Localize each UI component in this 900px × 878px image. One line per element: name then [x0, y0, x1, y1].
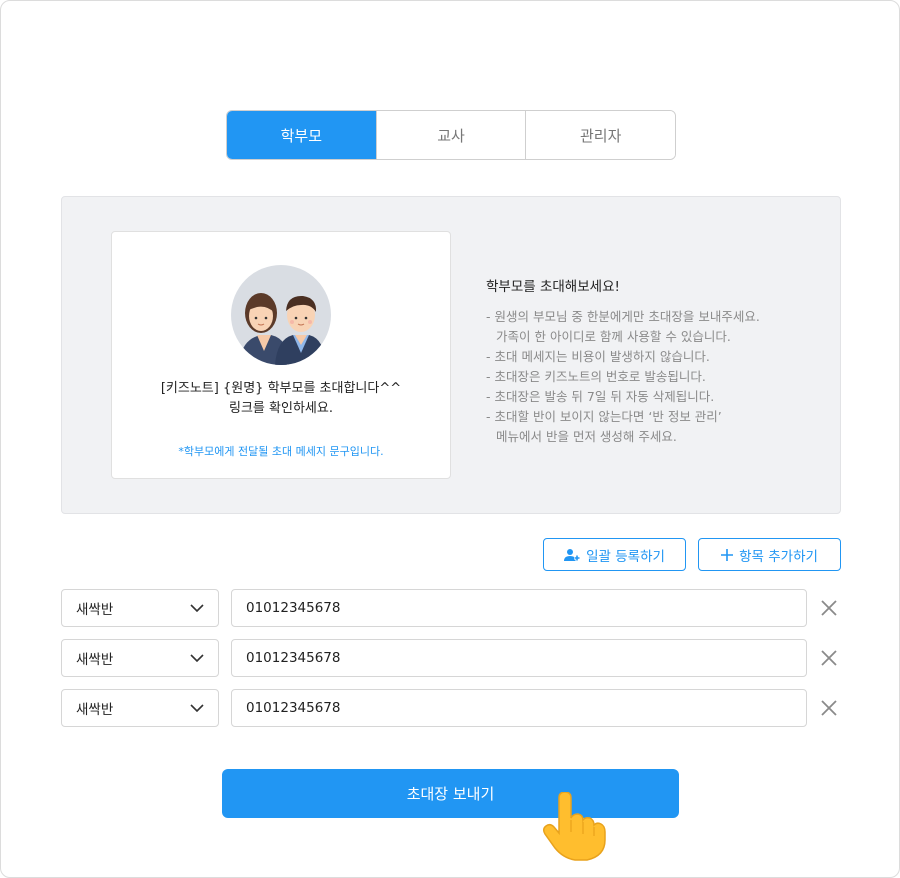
close-icon[interactable]: [819, 698, 839, 718]
guide-item: - 초대장은 키즈노트의 번호로 발송됩니다.: [486, 369, 706, 384]
user-plus-icon: [564, 548, 581, 561]
chevron-down-icon: [190, 604, 204, 612]
guide-item: - 초대장은 발송 뒤 7일 뒤 자동 삭제됩니다.: [486, 389, 715, 404]
tab-admin[interactable]: 관리자: [525, 111, 675, 159]
guide-item: - 초대 메세지는 비용이 발생하지 않습니다.: [486, 349, 710, 364]
info-panel: [키즈노트] {원명} 학부모를 초대합니다^^ 링크를 확인하세요. *학부모…: [61, 196, 841, 514]
parents-avatar-icon: [231, 265, 331, 365]
guide-item: - 원생의 부모님 중 한분에게만 초대장을 보내주세요.: [486, 309, 760, 324]
class-select[interactable]: 새싹반: [61, 589, 219, 627]
invite-message-line1: [키즈노트] {원명} 학부모를 초대합니다^^: [160, 381, 402, 396]
phone-input[interactable]: [231, 639, 807, 677]
invite-row: 새싹반: [61, 589, 841, 629]
close-icon[interactable]: [819, 598, 839, 618]
bulk-register-button[interactable]: 일괄 등록하기: [543, 538, 686, 571]
invite-message: [키즈노트] {원명} 학부모를 초대합니다^^ 링크를 확인하세요.: [112, 379, 450, 419]
phone-input[interactable]: [231, 689, 807, 727]
pointing-hand-icon: [542, 792, 606, 861]
invite-row: 새싹반: [61, 689, 841, 729]
message-preview-card: [키즈노트] {원명} 학부모를 초대합니다^^ 링크를 확인하세요. *학부모…: [111, 231, 451, 479]
bulk-register-label: 일괄 등록하기: [586, 548, 665, 565]
invite-message-line2: 링크를 확인하세요.: [229, 401, 333, 416]
invite-guide: 학부모를 초대해보세요! - 원생의 부모님 중 한분에게만 초대장을 보내주세…: [486, 275, 826, 447]
guide-list: - 원생의 부모님 중 한분에게만 초대장을 보내주세요. 가족이 한 아이디로…: [486, 307, 826, 447]
plus-icon: [721, 548, 734, 561]
class-select-value: 새싹반: [76, 602, 114, 618]
phone-input[interactable]: [231, 589, 807, 627]
add-item-label: 항목 추가하기: [739, 548, 818, 565]
guide-item: - 초대할 반이 보이지 않는다면 ‘반 정보 관리’: [486, 409, 722, 424]
close-icon[interactable]: [819, 648, 839, 668]
message-note: *학부모에게 전달될 초대 메세지 문구입니다.: [178, 445, 384, 458]
chevron-down-icon: [190, 704, 204, 712]
add-item-button[interactable]: 항목 추가하기: [698, 538, 841, 571]
guide-item: 메뉴에서 반을 먼저 생성해 주세요.: [496, 429, 677, 444]
guide-title: 학부모를 초대해보세요!: [486, 279, 620, 295]
chevron-down-icon: [190, 654, 204, 662]
tab-parent[interactable]: 학부모: [227, 111, 376, 159]
class-select[interactable]: 새싹반: [61, 689, 219, 727]
tab-teacher[interactable]: 교사: [375, 111, 526, 159]
role-tabs: 학부모 교사 관리자: [226, 110, 676, 160]
class-select[interactable]: 새싹반: [61, 639, 219, 677]
guide-item: 가족이 한 아이디로 함께 사용할 수 있습니다.: [496, 329, 731, 344]
class-select-value: 새싹반: [76, 702, 114, 718]
class-select-value: 새싹반: [76, 652, 114, 668]
invite-row: 새싹반: [61, 639, 841, 679]
invite-dialog: 학부모 교사 관리자 [키즈노트] {원명} 학부모를 초대합니다^^ 링크를 …: [0, 0, 900, 878]
